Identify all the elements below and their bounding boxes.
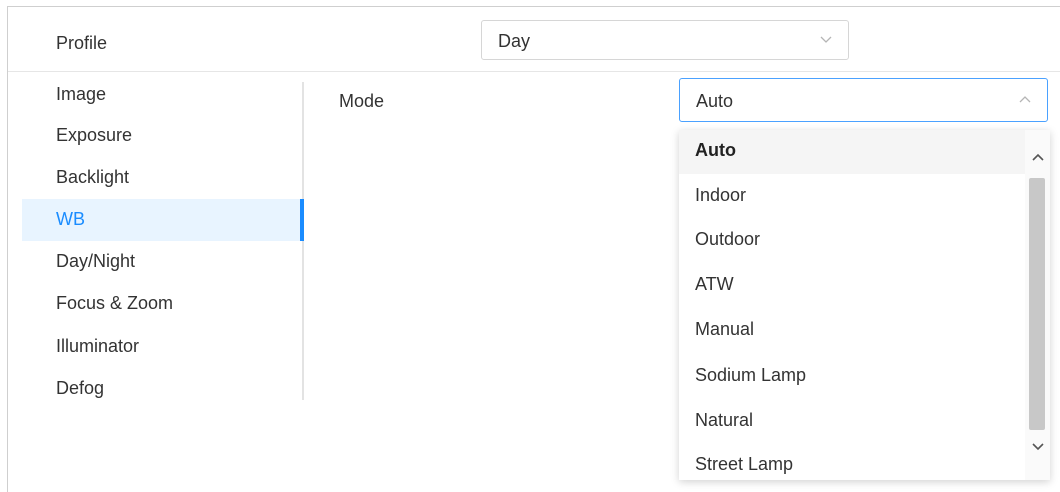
sidebar-item-day-night[interactable]: Day/Night xyxy=(22,241,302,283)
option-label: Natural xyxy=(695,410,754,430)
chevron-down-icon xyxy=(820,36,832,43)
profile-row: Profile Day xyxy=(8,7,1060,72)
option-outdoor[interactable]: Outdoor xyxy=(679,219,1025,263)
scroll-down-icon[interactable] xyxy=(1031,442,1045,452)
option-atw[interactable]: ATW xyxy=(679,264,1025,308)
profile-select-value: Day xyxy=(498,31,531,51)
sidebar-item-label: Illuminator xyxy=(56,336,140,356)
option-manual[interactable]: Manual xyxy=(679,309,1025,353)
profile-label: Profile xyxy=(56,33,108,53)
mode-dropdown-list: Auto Indoor Outdoor ATW Manual Sodium La… xyxy=(679,130,1050,480)
sidebar-item-wb[interactable]: WB xyxy=(22,199,302,241)
sidebar-item-label: WB xyxy=(56,209,85,229)
option-auto[interactable]: Auto xyxy=(679,130,1025,174)
scroll-thumb[interactable] xyxy=(1029,178,1045,430)
option-label: Street Lamp xyxy=(695,454,794,474)
mode-select-value: Auto xyxy=(696,91,734,111)
sidebar-item-label: Backlight xyxy=(56,167,130,187)
dropdown-scrollbar[interactable] xyxy=(1025,130,1050,480)
scroll-up-icon[interactable] xyxy=(1031,152,1045,162)
sidebar-item-illuminator[interactable]: Illuminator xyxy=(22,326,302,368)
sidebar-item-label: Defog xyxy=(56,378,105,398)
sidebar-item-focus-zoom[interactable]: Focus & Zoom xyxy=(22,283,302,325)
mode-label: Mode xyxy=(339,91,385,111)
sidebar-item-backlight[interactable]: Backlight xyxy=(22,157,302,199)
sidebar-item-image[interactable]: Image xyxy=(22,74,302,116)
option-label: Indoor xyxy=(695,185,747,205)
sidebar-item-label: Exposure xyxy=(56,125,133,145)
active-indicator xyxy=(300,199,304,241)
option-natural[interactable]: Natural xyxy=(679,400,1025,444)
option-label: Sodium Lamp xyxy=(695,365,807,385)
sidebar-item-label: Focus & Zoom xyxy=(56,293,174,313)
option-sodium-lamp[interactable]: Sodium Lamp xyxy=(679,355,1025,399)
profile-select[interactable]: Day xyxy=(481,20,849,60)
option-label: Manual xyxy=(695,319,755,339)
option-street-lamp[interactable]: Street Lamp xyxy=(679,444,1025,480)
option-label: Outdoor xyxy=(695,229,761,249)
option-indoor[interactable]: Indoor xyxy=(679,175,1025,219)
sidebar-item-defog[interactable]: Defog xyxy=(22,368,302,410)
sidebar-item-label: Day/Night xyxy=(56,251,136,271)
sidebar-divider xyxy=(302,82,304,400)
option-label: Auto xyxy=(695,140,736,160)
chevron-up-icon xyxy=(1019,96,1031,103)
sidebar-item-exposure[interactable]: Exposure xyxy=(22,115,302,157)
sidebar-menu: Image Exposure Backlight WB Day/Night Fo… xyxy=(22,74,306,404)
mode-select[interactable]: Auto xyxy=(679,78,1048,122)
option-label: ATW xyxy=(695,274,734,294)
sidebar-item-label: Image xyxy=(56,84,107,104)
